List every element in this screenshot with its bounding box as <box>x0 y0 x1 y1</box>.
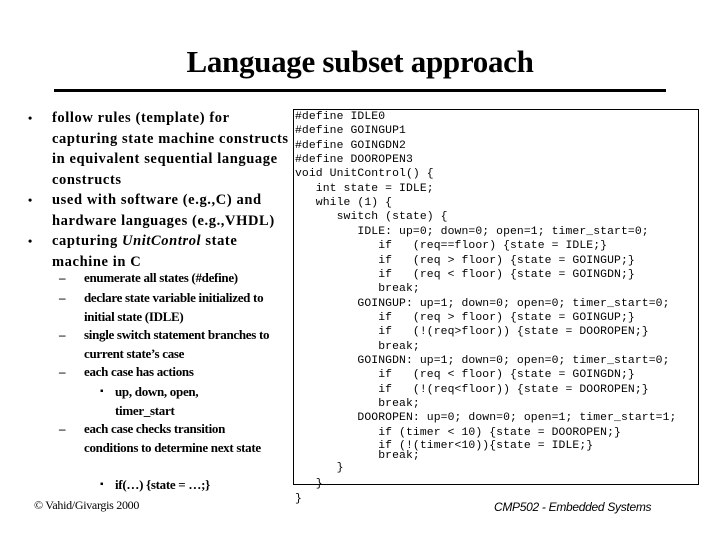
bullet-item: • follow rules (template) for capturing … <box>28 108 292 190</box>
code-line: GOINGUP: up=1; down=0; open=0; timer_sta… <box>295 297 670 310</box>
sub-bullet-text: each case has actions <box>84 364 194 379</box>
sub-bullet-text: each case checks transition conditions t… <box>84 421 261 455</box>
code-line: IDLE: up=0; down=0; open=1; timer_start=… <box>295 225 649 238</box>
dash-icon: – <box>59 290 66 305</box>
dash-icon: – <box>59 270 66 285</box>
code-line: break; <box>295 340 420 353</box>
bullet-text: capturing <box>52 233 123 249</box>
code-line: if (req < floor) {state = GOINGDN;} <box>295 268 635 281</box>
code-line: } <box>295 493 302 506</box>
sub-bullet-item: – enumerate all states (#define) <box>59 269 289 288</box>
sub-sub-bullet-item: ▪ up, down, open, timer_start <box>100 383 215 420</box>
code-line: DOOROPEN: up=0; down=0; open=1; timer_st… <box>295 412 677 425</box>
code-line: if (req==floor) {state = IDLE;} <box>295 240 608 253</box>
copyright-footer: © Vahid/Givargis 2000 <box>34 498 140 512</box>
small-bullet-icon: ▪ <box>100 479 104 490</box>
code-line: #define GOINGUP1 <box>295 125 406 138</box>
code-line: if (!(req<floor)) {state = DOOROPEN;} <box>295 383 649 396</box>
bullet-icon: • <box>28 111 33 125</box>
code-line: } <box>295 461 344 474</box>
sub-bullet-item: – each case checks transition conditions… <box>59 420 264 457</box>
code-line: #define DOOROPEN3 <box>295 154 413 167</box>
bullet-icon: • <box>28 193 33 207</box>
code-line: #define GOINGDN2 <box>295 139 406 152</box>
bullet-text: follow rules (template) for capturing st… <box>52 110 289 188</box>
small-bullet-icon: ▪ <box>100 386 104 397</box>
code-line: if (!(req>floor)) {state = DOOROPEN;} <box>295 326 649 339</box>
sub-bullet-text: enumerate all states (#define) <box>84 270 238 285</box>
code-line: if (timer < 10) {state = DOOROPEN;} <box>295 426 621 439</box>
sub-bullet-item: – single switch statement branches to cu… <box>59 326 289 363</box>
sub-sub-bullet-text: up, down, open, timer_start <box>115 384 199 418</box>
code-line: while (1) { <box>295 197 393 210</box>
bullet-text-italic: UnitControl <box>122 233 202 249</box>
dash-icon: – <box>59 364 66 379</box>
bullet-list: • follow rules (template) for capturing … <box>0 0 290 540</box>
sub-sub-bullet-item: ▪ if(…) {state = …;} <box>100 476 285 495</box>
code-line: #define IDLE0 <box>295 111 386 123</box>
code-line: void UnitControl() { <box>295 168 434 181</box>
code-line: if (req > floor) {state = GOINGUP;} <box>295 311 635 324</box>
sub-sub-bullet-text: if(…) {state = …;} <box>115 477 210 492</box>
code-line: switch (state) { <box>295 211 448 224</box>
sub-bullet-text: declare state variable initialized to in… <box>84 290 264 324</box>
dash-icon: – <box>59 327 66 342</box>
bullet-icon: • <box>28 234 33 248</box>
code-line: int state = IDLE; <box>295 182 434 195</box>
course-footer: CMP502 - Embedded Systems <box>494 500 652 514</box>
sub-bullet-text: single switch statement branches to curr… <box>84 327 270 361</box>
bullet-text: used with software (e.g.,C) and hardware… <box>52 192 275 229</box>
code-line: if (req > floor) {state = GOINGUP;} <box>295 254 635 267</box>
code-line: break; <box>295 398 420 410</box>
code-line: if (req < floor) {state = GOINGDN;} <box>295 369 635 382</box>
code-line: break; <box>295 283 420 296</box>
sub-bullet-item: – declare state variable initialized to … <box>59 289 289 326</box>
dash-icon: – <box>59 421 66 436</box>
sub-bullet-item: – each case has actions <box>59 363 289 382</box>
bullet-item: • used with software (e.g.,C) and hardwa… <box>28 190 292 231</box>
bullet-item: • capturing UnitControl state machine in… <box>28 231 292 272</box>
code-line: GOINGDN: up=1; down=0; open=0; timer_sta… <box>295 354 670 367</box>
code-block: #define IDLE0 #define GOINGUP1 #define GOI… <box>293 109 699 505</box>
code-line: } <box>295 478 323 491</box>
